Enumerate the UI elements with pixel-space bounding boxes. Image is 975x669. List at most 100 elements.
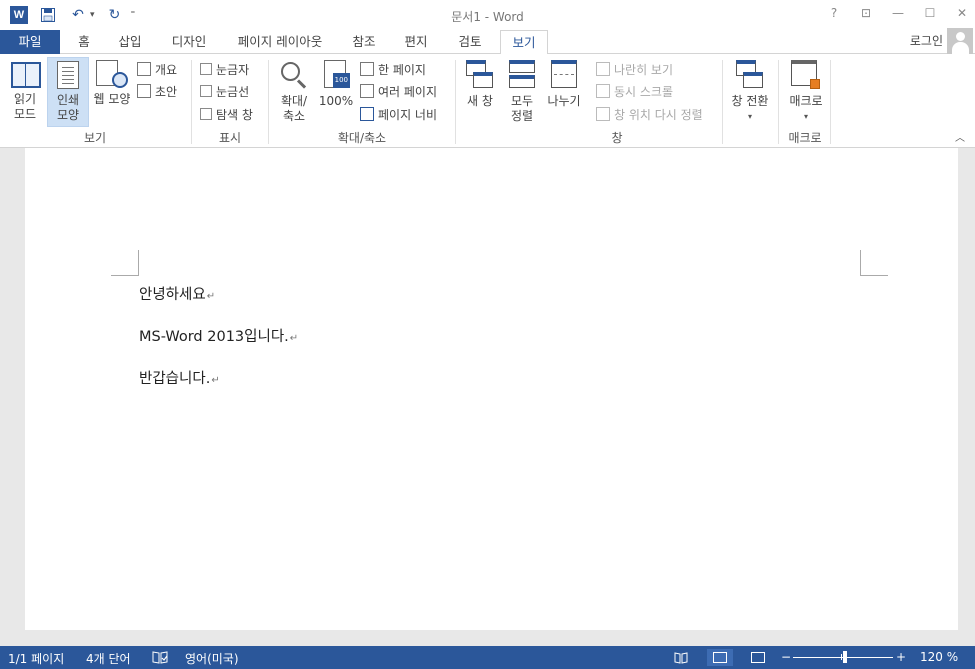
switch-windows-label: 창 전환 xyxy=(731,94,769,108)
ruler-checkbox[interactable]: 눈금자 xyxy=(200,60,249,78)
paragraph-mark-icon: ↵ xyxy=(289,333,299,344)
sign-in-link[interactable]: 로그인 xyxy=(910,32,943,49)
group-views-label: 보기 xyxy=(83,131,107,145)
new-window-button[interactable]: 새 창 xyxy=(462,57,498,127)
web-layout-view-button[interactable] xyxy=(745,649,771,666)
tab-review[interactable]: 검토 xyxy=(448,30,492,54)
group-zoom: 확대/ 축소 100 100% 한 페이지 여러 페이지 페이지 너비 확대/축… xyxy=(269,54,455,148)
sync-scroll-label: 동시 스크롤 xyxy=(614,84,674,99)
zoom-100-label: 100% xyxy=(318,94,354,108)
read-mode-view-button[interactable] xyxy=(668,649,694,666)
zoom-slider-thumb[interactable] xyxy=(843,651,847,663)
read-mode-icon xyxy=(10,60,41,88)
close-icon[interactable]: ✕ xyxy=(955,6,969,20)
zoom-100-icon: 100 xyxy=(322,60,350,90)
arrange-all-label-1: 모두 xyxy=(510,94,534,108)
one-page-label: 한 페이지 xyxy=(378,62,426,77)
paragraph[interactable]: 안녕하세요↵ xyxy=(139,283,215,304)
tab-references[interactable]: 참조 xyxy=(344,30,384,54)
navigation-pane-check-icon[interactable] xyxy=(200,108,212,120)
tab-design[interactable]: 디자인 xyxy=(162,30,216,54)
reset-window-position-button[interactable]: 창 위치 다시 정렬 xyxy=(596,105,703,123)
paragraph-mark-icon: ↵ xyxy=(206,291,216,302)
group-macros-label: 매크로 xyxy=(788,131,822,145)
web-layout-button[interactable]: 웹 모양 xyxy=(91,57,133,127)
zoom-100-button[interactable]: 100 100% xyxy=(317,57,355,127)
print-layout-view-button[interactable] xyxy=(707,649,733,666)
zoom-in-button[interactable]: + xyxy=(896,650,906,664)
print-layout-button[interactable]: 인쇄 모양 xyxy=(47,57,89,127)
outline-button[interactable]: 개요 xyxy=(137,60,177,78)
multiple-pages-icon xyxy=(360,84,374,98)
gridlines-check-icon[interactable] xyxy=(200,85,212,97)
print-layout-icon xyxy=(57,61,79,89)
new-window-label: 새 창 xyxy=(467,94,493,108)
paragraph-mark-icon: ↵ xyxy=(211,375,220,386)
maximize-icon[interactable]: ☐ xyxy=(923,6,937,20)
one-page-button[interactable]: 한 페이지 xyxy=(360,60,426,78)
switch-windows-dropdown-icon: ▾ xyxy=(747,112,752,121)
group-separator xyxy=(830,60,831,144)
reset-position-label: 창 위치 다시 정렬 xyxy=(614,107,703,122)
zoom-level[interactable]: 120 % xyxy=(920,650,958,664)
macro-icon xyxy=(791,60,821,90)
print-layout-label-1: 인쇄 xyxy=(56,93,80,107)
tab-view[interactable]: 보기 xyxy=(500,30,548,55)
ruler-check-icon[interactable] xyxy=(200,63,212,75)
draft-button[interactable]: 초안 xyxy=(137,82,177,100)
margin-corner-mark xyxy=(860,275,888,276)
one-page-icon xyxy=(360,62,374,76)
multiple-pages-label: 여러 페이지 xyxy=(378,84,438,99)
paragraph[interactable]: MS-Word 2013입니다.↵ xyxy=(139,325,298,346)
ribbon-display-options-icon[interactable]: ⊡ xyxy=(859,6,873,20)
word-count[interactable]: 4개 단어 xyxy=(86,650,131,667)
tab-file[interactable]: 파일 xyxy=(0,30,60,54)
side-by-side-icon xyxy=(596,62,610,76)
help-icon[interactable]: ? xyxy=(827,6,841,20)
outline-icon xyxy=(137,62,151,76)
group-window: 새 창 모두 정렬 나누기 나란히 보기 동시 스크롤 창 위치 다시 정렬 창… xyxy=(456,54,778,148)
tab-mailings[interactable]: 편지 xyxy=(396,30,436,54)
ribbon: 읽기 모드 인쇄 모양 웹 모양 개요 초안 보기 눈금자 눈금선 탐색 창 표… xyxy=(0,54,975,148)
proofing-icon[interactable] xyxy=(152,650,168,667)
gridlines-checkbox[interactable]: 눈금선 xyxy=(200,82,249,100)
split-button[interactable]: 나누기 xyxy=(544,57,584,127)
collapse-ribbon-icon[interactable]: ︿ xyxy=(955,129,965,144)
page-width-label: 페이지 너비 xyxy=(378,107,438,122)
tab-page-layout[interactable]: 페이지 레이아웃 xyxy=(228,30,332,54)
page-width-button[interactable]: 페이지 너비 xyxy=(360,105,437,123)
zoom-label-1: 확대/ xyxy=(280,94,308,108)
synchronous-scrolling-button[interactable]: 동시 스크롤 xyxy=(596,82,673,100)
split-label: 나누기 xyxy=(547,94,581,108)
new-window-icon xyxy=(466,60,494,90)
paragraph-text: MS-Word 2013입니다. xyxy=(139,329,289,345)
avatar[interactable] xyxy=(947,28,973,54)
multiple-pages-button[interactable]: 여러 페이지 xyxy=(360,82,437,100)
read-mode-view-icon xyxy=(674,651,688,664)
read-mode-button[interactable]: 읽기 모드 xyxy=(6,57,44,127)
zoom-out-button[interactable]: − xyxy=(781,650,791,664)
draft-icon xyxy=(137,84,151,98)
reset-position-icon xyxy=(596,107,610,121)
switch-windows-button[interactable]: 창 전환 ▾ xyxy=(726,57,774,127)
arrange-all-button[interactable]: 모두 정렬 xyxy=(504,57,540,127)
tab-home[interactable]: 홈 xyxy=(70,30,98,54)
margin-corner-mark xyxy=(138,250,139,276)
document-page[interactable]: 안녕하세요↵ MS-Word 2013입니다.↵ 반갑습니다.↵ xyxy=(25,148,958,630)
gridlines-label: 눈금선 xyxy=(216,84,250,99)
paragraph[interactable]: 반갑습니다.↵ xyxy=(139,367,220,388)
tab-insert[interactable]: 삽입 xyxy=(110,30,150,54)
title-bar: W ↶ ▾ ↻ ⁼ 문서1 - Word ? ⊡ — ☐ ✕ xyxy=(0,0,975,30)
group-macros: 매크로 ▾ 매크로 xyxy=(779,54,831,148)
navigation-pane-checkbox[interactable]: 탐색 창 xyxy=(200,105,253,123)
window-controls: ? ⊡ — ☐ ✕ xyxy=(827,6,969,20)
document-area: 안녕하세요↵ MS-Word 2013입니다.↵ 반갑습니다.↵ xyxy=(0,148,975,646)
page-count[interactable]: 1/1 페이지 xyxy=(8,650,64,667)
view-side-by-side-button[interactable]: 나란히 보기 xyxy=(596,60,673,78)
zoom-button[interactable]: 확대/ 축소 xyxy=(275,57,313,127)
magnifier-icon xyxy=(279,60,309,90)
group-views: 읽기 모드 인쇄 모양 웹 모양 개요 초안 보기 xyxy=(0,54,190,148)
macros-button[interactable]: 매크로 ▾ xyxy=(783,57,829,127)
minimize-icon[interactable]: — xyxy=(891,6,905,20)
language-indicator[interactable]: 영어(미국) xyxy=(185,650,239,667)
